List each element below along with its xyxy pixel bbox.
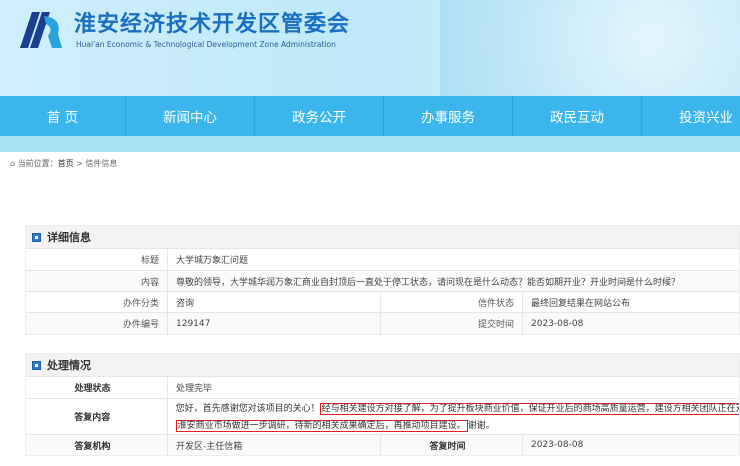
number-value: 129147 <box>168 313 381 334</box>
nav-services[interactable]: 办事服务 <box>384 96 513 136</box>
content-value: 尊敬的领导，大学城华润万象汇商业自封顶后一直处于停工状态，请问现在是什么动态？能… <box>176 277 681 288</box>
title-label: 标题 <box>26 249 168 270</box>
site-title: 淮安经济技术开发区管委会 <box>74 12 351 37</box>
breadcrumb-sep: > <box>73 159 86 168</box>
title-value: 大学城万象汇问题 <box>176 256 249 266</box>
row-content: 内容 尊敬的领导，大学城华润万象汇商业自封顶后一直处于停工状态，请问现在是什么动… <box>26 270 739 291</box>
reply-part: 谢谢。 <box>467 421 495 431</box>
detail-header: 详细信息 <box>26 226 739 248</box>
row-org: 答复机构 开发区-主任信箱 答复时间 2023-08-08 <box>26 434 739 455</box>
submit-time-value: 2023-08-08 <box>531 318 584 329</box>
detail-heading: 详细信息 <box>47 231 91 244</box>
nav-news[interactable]: 新闻中心 <box>126 96 255 136</box>
handling-header: 处理情况 <box>26 354 739 376</box>
content-label: 内容 <box>26 271 168 291</box>
banner-decoration <box>440 0 740 96</box>
category-value: 咨询 <box>168 292 381 312</box>
number-label: 办件编号 <box>26 313 168 334</box>
nav-investment[interactable]: 投资兴业 <box>642 96 740 136</box>
section-icon <box>32 360 41 370</box>
section-icon <box>32 232 41 242</box>
submit-label: 提交时间 <box>381 313 523 334</box>
main-nav: 首 页 新闻中心 政务公开 办事服务 政民互动 投资兴业 <box>0 96 740 136</box>
home-icon: ⌂ <box>10 159 18 168</box>
nav-home[interactable]: 首 页 <box>0 96 126 136</box>
handling-section: 处理情况 处理状态 处理完毕 答复内容 您好，首先感谢您对该项目的关心！ 经与相关… <box>25 353 740 456</box>
reply-highlight: 淮安商业市场做进一步调研，待新的相关成果确定后，再推动项目建设。 <box>175 420 468 432</box>
header-banner: 淮安经济技术开发区管委会 Huai'an Economic & Technolo… <box>0 0 740 96</box>
reply-highlight: 经与相关建设方对接了解，为了提升板块商业价值，保证开业后的商场高质量运营，建设方… <box>319 403 739 415</box>
row-number: 办件编号 129147 提交时间 2023-08-08 <box>26 312 739 334</box>
site-subtitle: Huai'an Economic & Technological Develop… <box>76 40 336 49</box>
row-category: 办件分类 咨询 信件状态 最终回复结果在网站公布 <box>26 291 739 312</box>
breadcrumb-prefix: 当前位置： <box>17 159 58 168</box>
breadcrumb-home[interactable]: 首页 <box>58 159 74 168</box>
breadcrumb: ⌂ 当前位置：首页 > 信件信息 <box>10 158 117 169</box>
status-label: 信件状态 <box>381 292 523 312</box>
detail-section: 详细信息 标题 大学城万象汇问题 内容 尊敬的领导，大学城华润万象汇商业自封顶后… <box>25 225 740 335</box>
reply-time-label: 答复时间 <box>381 435 523 455</box>
handling-heading: 处理情况 <box>47 359 91 372</box>
reply-label: 答复内容 <box>26 399 168 434</box>
breadcrumb-current: 信件信息 <box>85 159 118 168</box>
org-label: 答复机构 <box>26 435 168 455</box>
reply-part: 您好，首先感谢您对该项目的关心！ <box>175 404 320 414</box>
status-value: 最终回复结果在网站公布 <box>531 298 631 309</box>
reply-value: 您好，首先感谢您对该项目的关心！ 经与相关建设方对接了解，为了提升板块商业价值，保… <box>168 399 739 434</box>
nav-gov-affairs[interactable]: 政务公开 <box>255 96 384 136</box>
nav-strip <box>0 136 740 152</box>
logo-icon <box>20 12 62 48</box>
state-label: 处理状态 <box>26 377 168 398</box>
category-label: 办件分类 <box>26 292 168 312</box>
org-value: 开发区-主任信箱 <box>168 435 381 455</box>
state-value: 处理完毕 <box>176 384 213 394</box>
reply-time-value: 2023-08-08 <box>531 440 584 450</box>
row-title: 标题 大学城万象汇问题 <box>26 248 739 270</box>
row-state: 处理状态 处理完毕 <box>26 376 739 398</box>
nav-interaction[interactable]: 政民互动 <box>513 96 642 136</box>
row-reply: 答复内容 您好，首先感谢您对该项目的关心！ 经与相关建设方对接了解，为了提升板块商… <box>26 398 739 434</box>
